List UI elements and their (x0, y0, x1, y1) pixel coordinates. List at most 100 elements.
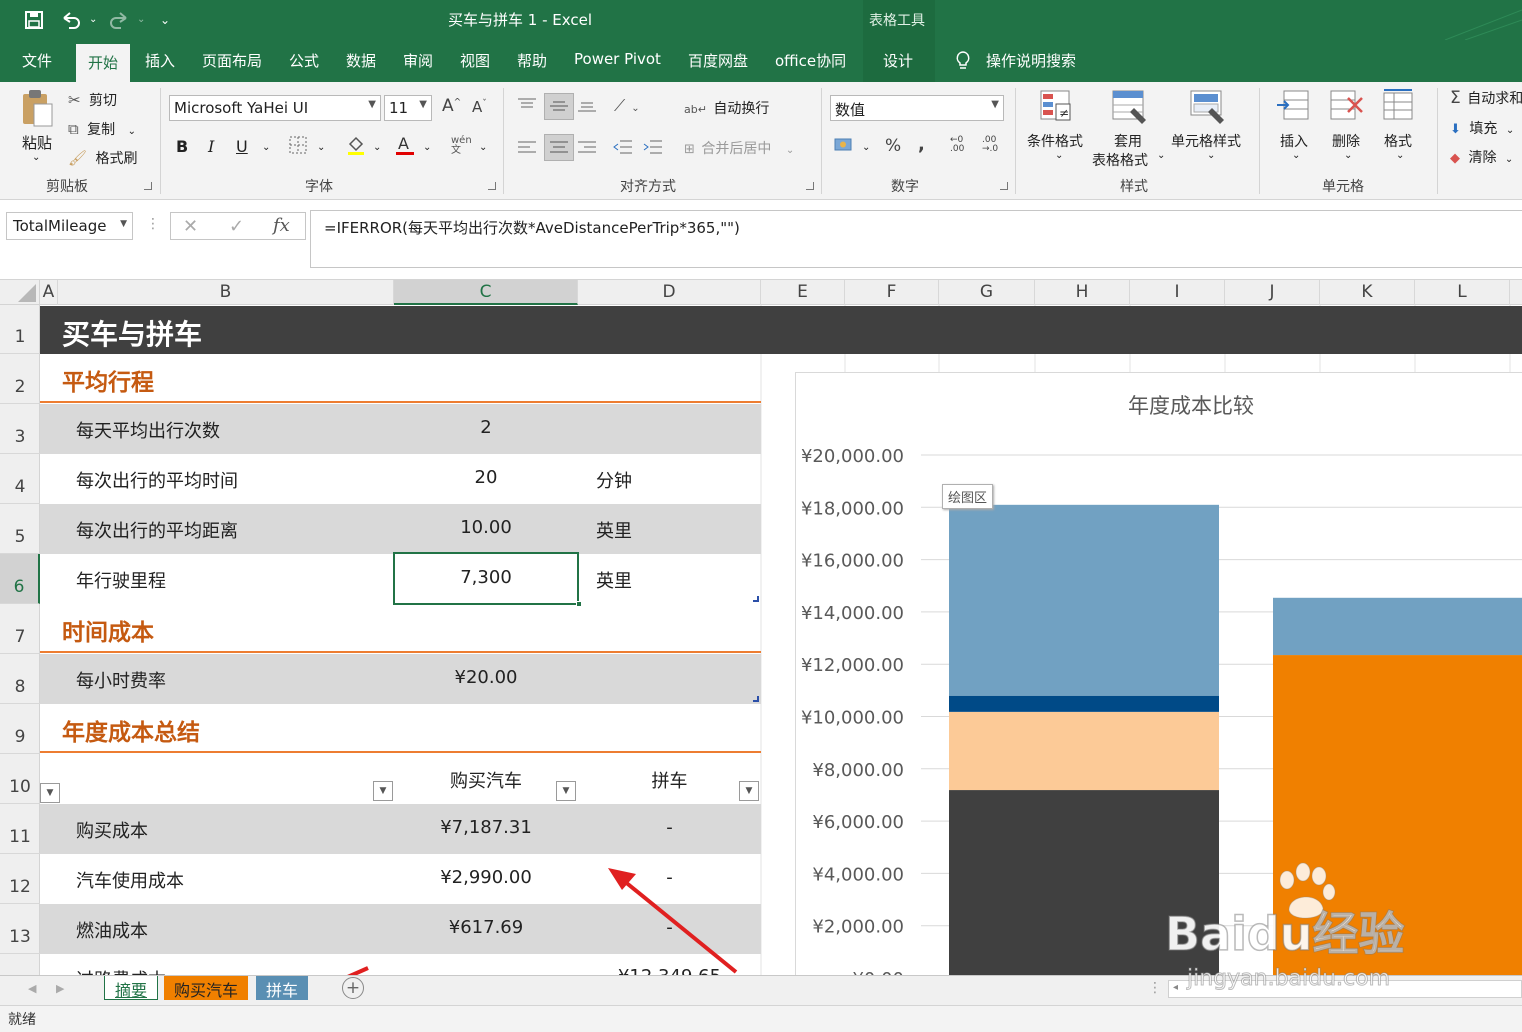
row-header[interactable]: 13 (0, 904, 40, 954)
align-right-icon[interactable] (576, 138, 598, 160)
tab-help[interactable]: 帮助 (517, 50, 547, 71)
row-header[interactable]: 10 (0, 754, 40, 804)
annual-cost-chart[interactable]: 年度成本比较 ¥0.00¥2,000.00¥4,000.00¥6,000.00¥… (795, 372, 1522, 982)
formula-input[interactable]: =IFERROR(每天平均出行次数*AveDistancePerTrip*365… (310, 210, 1522, 268)
borders-icon[interactable] (289, 136, 307, 158)
accounting-dropdown-icon[interactable]: ⌄ (862, 142, 870, 153)
format-as-table-button[interactable]: 套用 (1114, 131, 1142, 151)
tab-power-pivot[interactable]: Power Pivot (574, 50, 661, 68)
row-header-selected[interactable]: 6 (0, 554, 40, 604)
delete-cells-icon[interactable] (1330, 90, 1364, 128)
tab-home[interactable]: 开始 (76, 44, 131, 82)
column-header[interactable]: L (1415, 280, 1510, 305)
insert-function-icon[interactable]: fx (273, 215, 290, 236)
cancel-icon[interactable]: ✕ (183, 216, 198, 237)
clear-button[interactable]: ◆ 清除 ⌄ (1450, 147, 1513, 167)
orientation-icon[interactable]: ⟋ ⌄ (614, 96, 640, 116)
row-header[interactable]: 3 (0, 404, 40, 454)
enter-icon[interactable]: ✓ (229, 216, 244, 237)
format-painter-button[interactable]: 🖌 格式刷 (68, 148, 138, 168)
decrease-indent-icon[interactable] (612, 138, 634, 160)
column-header[interactable]: B (58, 280, 394, 305)
phonetic-dropdown-icon[interactable]: ⌄ (479, 142, 487, 153)
tab-insert[interactable]: 插入 (145, 50, 175, 71)
fill-button[interactable]: ⬇ 填充 ⌄ (1450, 118, 1514, 138)
autosum-button[interactable]: Σ 自动求和 (1450, 88, 1522, 108)
column-header[interactable]: D (578, 280, 761, 305)
cut-button[interactable]: ✂ 剪切 (68, 90, 117, 110)
scroll-right-icon[interactable]: ▶ (56, 982, 64, 995)
format-as-table-dropdown-icon[interactable]: ⌄ (1157, 150, 1165, 161)
increase-indent-icon[interactable] (642, 138, 664, 160)
row-header[interactable]: 12 (0, 854, 40, 904)
conditional-format-button[interactable]: 条件格式 (1027, 131, 1083, 151)
tab-office-collab[interactable]: office协同 (775, 50, 846, 71)
sheet-tab-summary[interactable]: 摘要 (104, 976, 159, 1000)
column-header[interactable]: K (1320, 280, 1415, 305)
format-cells-button[interactable]: 格式 (1384, 131, 1412, 151)
format-dropdown-icon[interactable]: ⌄ (1396, 150, 1404, 161)
increase-font-icon[interactable]: A^ (442, 96, 461, 116)
row-header[interactable]: 2 (0, 354, 40, 404)
row-header[interactable]: 9 (0, 704, 40, 754)
font-name-combo[interactable]: Microsoft YaHei UI ▼ (169, 95, 381, 121)
column-header[interactable]: H (1035, 280, 1130, 305)
tab-data[interactable]: 数据 (346, 50, 376, 71)
conditional-dropdown-icon[interactable]: ⌄ (1055, 150, 1063, 161)
insert-cells-icon[interactable] (1276, 90, 1310, 128)
font-color-icon[interactable]: A (395, 134, 415, 160)
paste-icon[interactable] (20, 88, 54, 132)
underline-button[interactable]: U (236, 137, 248, 156)
purchase-pool[interactable]: - (578, 817, 761, 838)
insert-cells-button[interactable]: 插入 (1280, 131, 1308, 151)
bar-segment[interactable] (949, 695, 1219, 712)
font-launcher-icon[interactable] (488, 182, 496, 190)
filter-dropdown-icon[interactable]: ▼ (739, 781, 759, 801)
distance-value[interactable]: 10.00 (394, 517, 578, 538)
sheet-tab-carpool[interactable]: 拼车 (256, 976, 309, 1000)
column-header[interactable]: F (845, 280, 939, 305)
usage-buy[interactable]: ¥2,990.00 (394, 867, 578, 888)
bar-segment[interactable] (949, 711, 1219, 791)
filter-dropdown-icon[interactable]: ▼ (556, 781, 576, 801)
tab-review[interactable]: 审阅 (403, 50, 433, 71)
column-header[interactable]: J (1225, 280, 1320, 305)
undo-icon[interactable] (60, 10, 82, 35)
paste-dropdown-icon[interactable]: ⌄ (32, 152, 40, 163)
customize-qat-icon[interactable]: ⌄ (160, 13, 170, 27)
lightbulb-icon[interactable] (954, 50, 972, 74)
italic-button[interactable]: I (208, 137, 214, 156)
tab-baidu-netdisk[interactable]: 百度网盘 (688, 50, 748, 71)
undo-dropdown-icon[interactable]: ⌄ (89, 14, 97, 25)
fuel-pool[interactable]: - (578, 917, 761, 938)
tell-me-search[interactable]: 操作说明搜索 (986, 50, 1076, 71)
row-header[interactable]: 4 (0, 454, 40, 504)
phonetic-icon[interactable]: wén 文 (451, 136, 472, 156)
table-resize-handle[interactable] (753, 596, 759, 602)
fuel-buy[interactable]: ¥617.69 (394, 917, 578, 938)
align-left-icon[interactable] (516, 138, 538, 160)
save-icon[interactable] (24, 10, 44, 35)
cell-styles-button[interactable]: 单元格样式 (1171, 131, 1241, 151)
tab-view[interactable]: 视图 (460, 50, 490, 71)
rate-value[interactable]: ¥20.00 (394, 667, 578, 688)
paste-button[interactable]: 粘贴 (22, 132, 52, 153)
filter-dropdown-icon[interactable]: ▼ (40, 783, 60, 803)
purchase-buy[interactable]: ¥7,187.31 (394, 817, 578, 838)
row-header[interactable]: 5 (0, 504, 40, 554)
tab-design[interactable]: 设计 (883, 50, 913, 71)
redo-dropdown-icon[interactable]: ⌄ (137, 14, 145, 25)
increase-decimal-icon[interactable]: ←0.00 (950, 136, 964, 154)
number-launcher-icon[interactable] (1000, 182, 1008, 190)
decrease-font-icon[interactable]: Aˇ (472, 98, 487, 116)
usage-pool[interactable]: - (578, 867, 761, 888)
tab-file[interactable]: 文件 (22, 50, 52, 71)
column-header[interactable]: G (939, 280, 1035, 305)
underline-dropdown-icon[interactable]: ⌄ (262, 142, 270, 153)
scroll-left-icon[interactable]: ◂ (1173, 982, 1178, 993)
bar-segment[interactable] (1273, 655, 1522, 975)
cell-styles-icon[interactable] (1190, 90, 1226, 130)
format-as-table-icon[interactable] (1112, 90, 1148, 130)
horizontal-scrollbar[interactable]: ◂ (1168, 980, 1522, 998)
toll-pool[interactable]: ¥12,349.65 (578, 966, 761, 975)
